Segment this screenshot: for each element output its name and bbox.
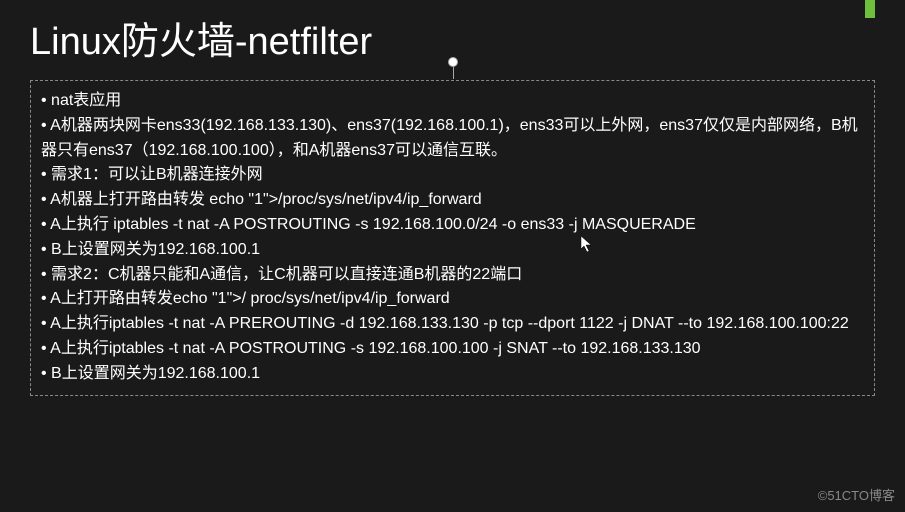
slide-container: Linux防火墙-netfilter • nat表应用 • A机器两块网卡ens…	[0, 0, 905, 512]
bullet-text: 需求2：C机器只能和A通信，让C机器可以直接连通B机器的22端口	[51, 266, 522, 283]
bullet-item: • B上设置网关为192.168.100.1	[41, 362, 864, 387]
bullet-text: B上设置网关为192.168.100.1	[51, 365, 260, 382]
bullet-item: • A上执行 iptables -t nat -A POSTROUTING -s…	[41, 213, 864, 238]
bullet-text: A机器两块网卡ens33(192.168.133.130)、ens37(192.…	[41, 117, 858, 159]
rotate-handle-circle[interactable]	[448, 57, 458, 67]
bullet-text: B上设置网关为192.168.100.1	[51, 241, 260, 258]
bullet-item: • nat表应用	[41, 89, 864, 114]
bullet-text: 需求1：可以让B机器连接外网	[51, 166, 263, 183]
bullet-text: A机器上打开路由转发 echo "1">/proc/sys/net/ipv4/i…	[50, 191, 482, 208]
bullet-item: • A上打开路由转发echo "1">/ proc/sys/net/ipv4/i…	[41, 287, 864, 312]
bullet-item: • 需求2：C机器只能和A通信，让C机器可以直接连通B机器的22端口	[41, 263, 864, 288]
bullet-item: • A上执行iptables -t nat -A PREROUTING -d 1…	[41, 312, 864, 337]
watermark: ©51CTO博客	[818, 485, 895, 504]
bullet-item: • B上设置网关为192.168.100.1	[41, 238, 864, 263]
bullet-item: • A机器上打开路由转发 echo "1">/proc/sys/net/ipv4…	[41, 188, 864, 213]
bullet-text: A上执行iptables -t nat -A POSTROUTING -s 19…	[47, 340, 701, 357]
bullet-item: • A机器两块网卡ens33(192.168.133.130)、ens37(19…	[41, 114, 864, 164]
bullet-text: nat表应用	[51, 92, 121, 109]
rotate-handle-line[interactable]	[453, 67, 454, 79]
bullet-text: A上执行 iptables -t nat -A POSTROUTING -s 1…	[50, 216, 696, 233]
title-text: Linux防火墙-netfilter	[30, 21, 372, 63]
bullet-text: A上打开路由转发echo "1">/ proc/sys/net/ipv4/ip_…	[50, 290, 450, 307]
bullet-item: • 需求1：可以让B机器连接外网	[41, 163, 864, 188]
bullet-text: A上执行iptables -t nat -A PREROUTING -d 192…	[47, 315, 849, 332]
bullet-item: • A上执行iptables -t nat -A POSTROUTING -s …	[41, 337, 864, 362]
content-textbox[interactable]: • nat表应用 • A机器两块网卡ens33(192.168.133.130)…	[30, 80, 875, 396]
